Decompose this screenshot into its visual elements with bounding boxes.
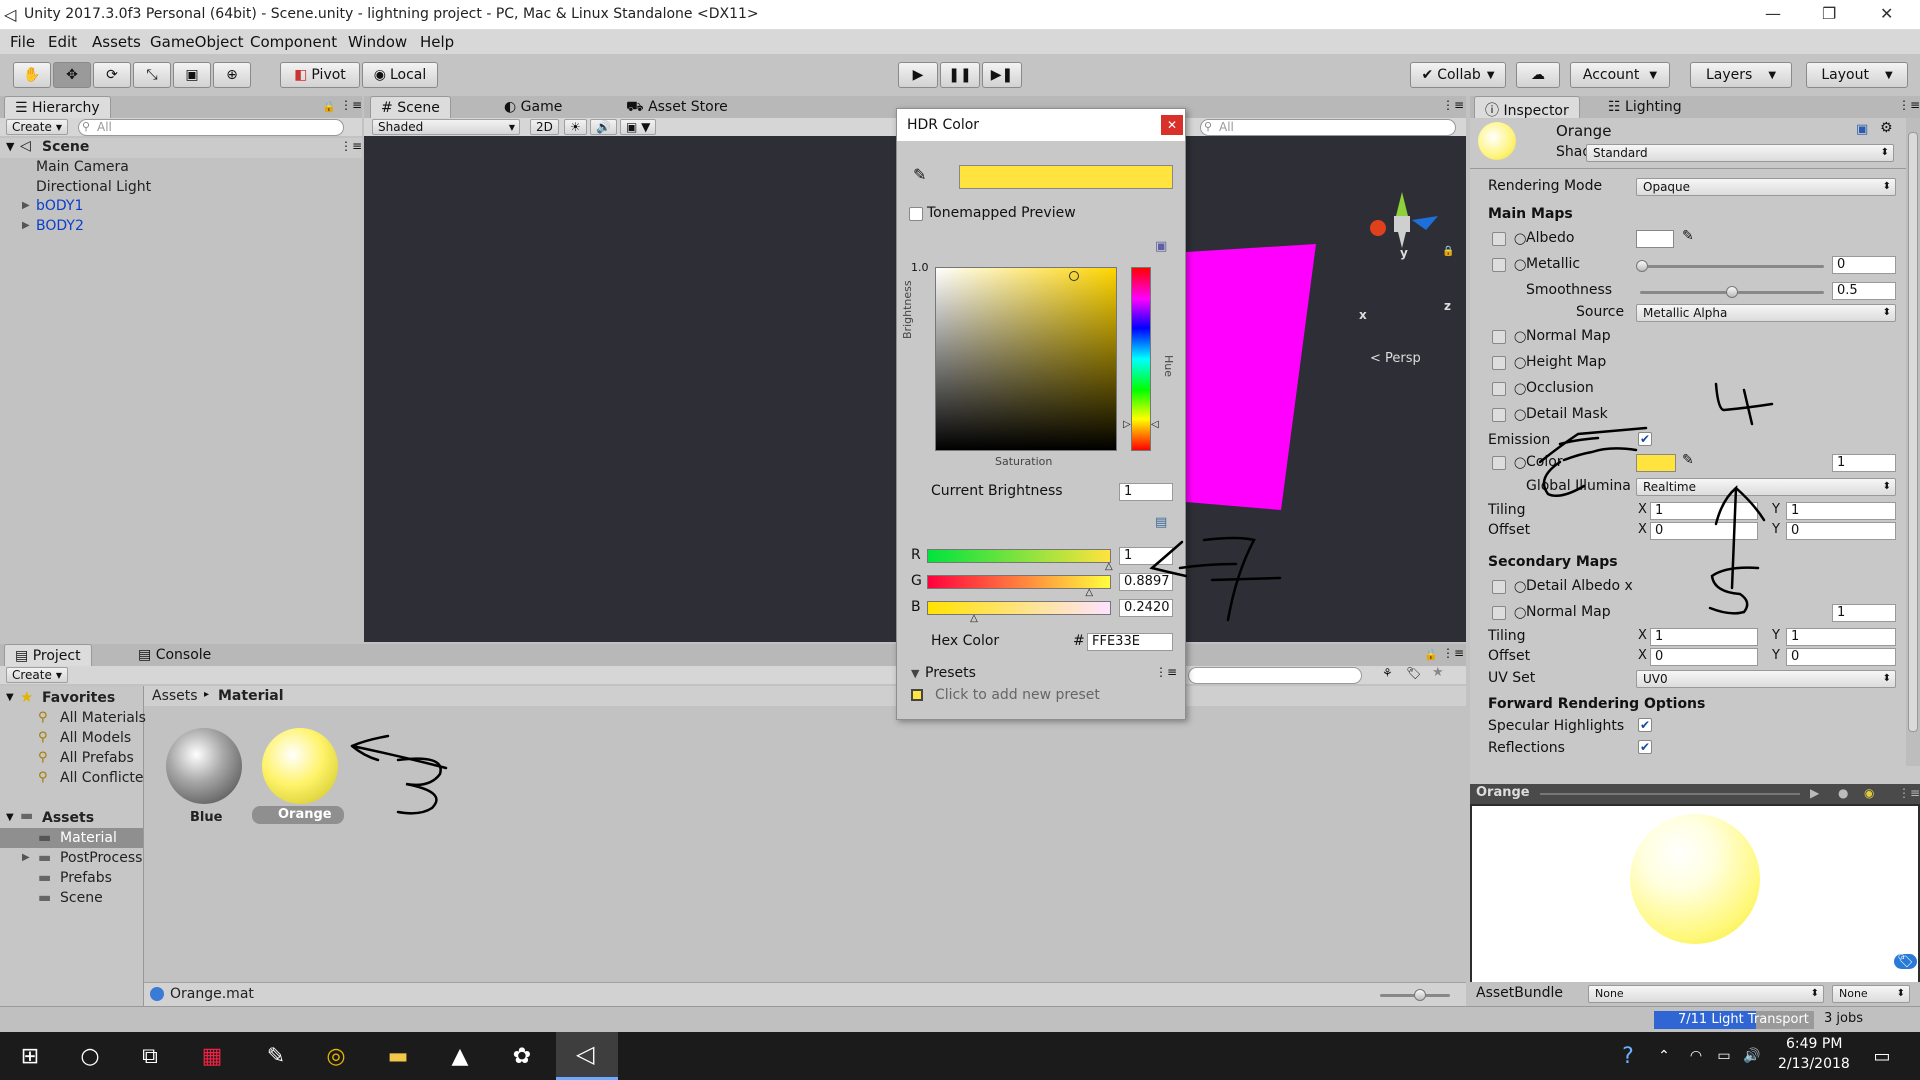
windows-logo-icon: ⊞: [20, 1043, 40, 1069]
annotation-arrow-3: [350, 734, 448, 770]
task-view-icon: ⧉: [142, 1043, 158, 1069]
chevron-up-icon: ⌃: [1658, 1048, 1670, 1064]
annotation-digit-3: [396, 757, 442, 815]
annotation-arrow-5: [1714, 485, 1766, 590]
folder-icon: ▬: [387, 1043, 409, 1069]
paint-icon: ✿: [512, 1043, 532, 1069]
taskbar-app-chrome[interactable]: ◎: [320, 1040, 352, 1072]
taskbar-app-notes[interactable]: ✎: [260, 1040, 292, 1072]
photos-icon: ▲: [451, 1043, 469, 1069]
wifi-icon: ◠: [1689, 1048, 1703, 1064]
search-button[interactable]: ○: [74, 1040, 106, 1072]
chrome-icon: ◎: [326, 1043, 346, 1069]
help-tray-icon[interactable]: ?: [1612, 1040, 1644, 1072]
task-view-button[interactable]: ⧉: [134, 1040, 166, 1072]
annotation-arrow-color: [1542, 447, 1638, 497]
annotation-digit-7: [1202, 536, 1282, 622]
taskbar-app-explorer[interactable]: ▬: [382, 1040, 414, 1072]
cortana-icon: ○: [80, 1043, 100, 1069]
annotation-digit-5: [1708, 566, 1760, 615]
notepad-icon: ✎: [266, 1043, 286, 1069]
taskbar-app-store[interactable]: ▦: [196, 1040, 228, 1072]
taskbar-app-unity[interactable]: ◁: [556, 1032, 618, 1080]
annotation-label-7: 7: [1230, 569, 1231, 571]
tray-chevron[interactable]: ⌃: [1648, 1040, 1680, 1072]
clock-time[interactable]: 6:49 PM: [1786, 1036, 1842, 1052]
annotation-arrow-4: [1538, 426, 1648, 464]
annotation-digit-4: [1714, 382, 1774, 426]
help-icon: ?: [1622, 1043, 1634, 1069]
annotation-layer: 4 3 7 5: [350, 382, 1774, 815]
windows-start-button[interactable]: ⊞: [14, 1040, 46, 1072]
speaker-icon: 🔊: [1743, 1048, 1761, 1064]
store-icon: ▦: [201, 1043, 223, 1069]
battery-icon: ▭: [1717, 1048, 1731, 1064]
annotation-label-5: 5: [1730, 599, 1731, 601]
taskbar-app-photos[interactable]: ▲: [444, 1040, 476, 1072]
annotation-arrow-7: [1149, 540, 1238, 578]
action-center-button[interactable]: ▭: [1866, 1040, 1898, 1072]
annotation-label-3: 3: [400, 789, 401, 791]
notification-icon: ▭: [1873, 1045, 1891, 1067]
unity-logo-icon: ◁: [576, 1040, 595, 1068]
clock-date[interactable]: 2/13/2018: [1778, 1056, 1850, 1072]
volume-tray[interactable]: 🔊: [1736, 1040, 1768, 1072]
taskbar-app-paint[interactable]: ✿: [506, 1040, 538, 1072]
